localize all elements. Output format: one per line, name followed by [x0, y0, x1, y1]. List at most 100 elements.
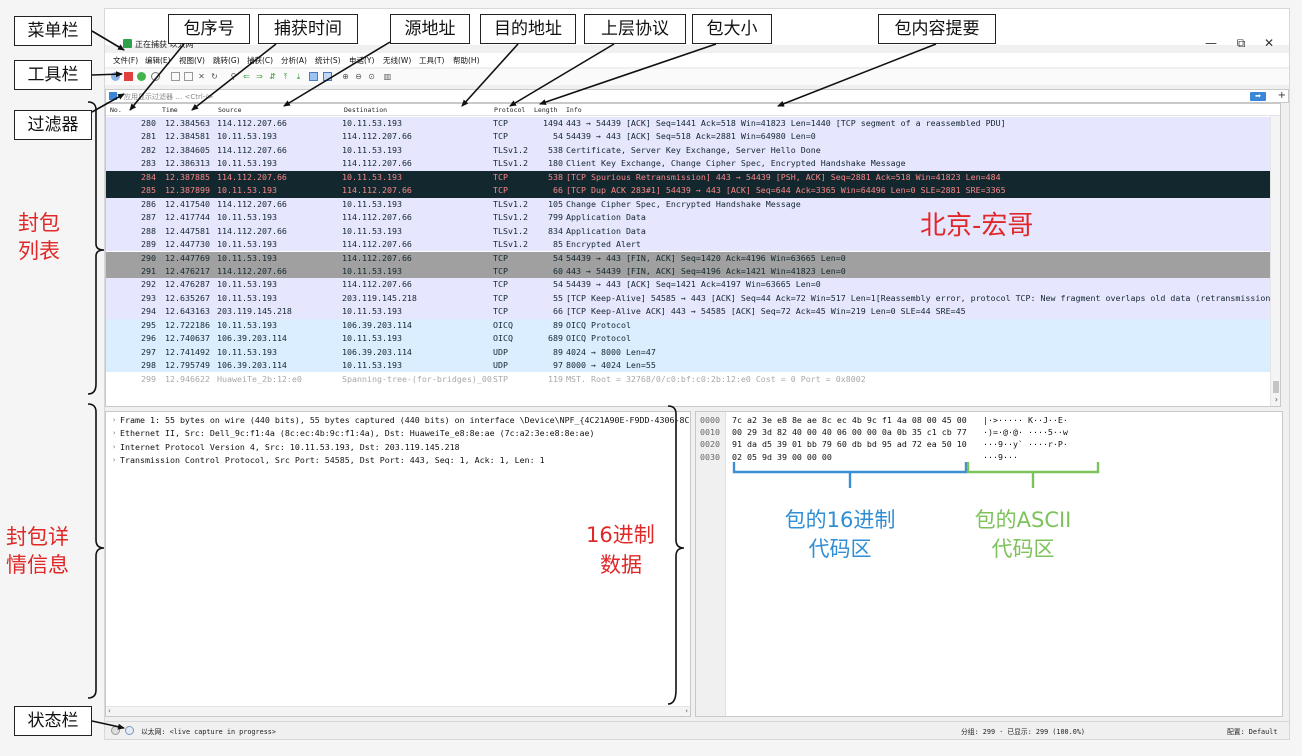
packet-protocol: TCP — [493, 306, 508, 317]
normal-size-icon[interactable]: ⊙ — [367, 72, 376, 81]
menu-tools[interactable]: 工具(T) — [419, 55, 444, 66]
go-back-icon[interactable]: ⇐ — [242, 72, 251, 81]
packet-time: 12.741492 — [165, 346, 210, 357]
detail-tree-row[interactable]: › Frame 1: 55 bytes on wire (440 bits), 5… — [106, 414, 690, 427]
detail-tree-row[interactable]: › Transmission Control Protocol, Src Port… — [106, 454, 690, 467]
column-info[interactable]: Info — [566, 106, 582, 114]
packet-row[interactable]: 286 12.417540 114.112.207.66 10.11.53.193 TL… — [106, 197, 1280, 212]
minimize-button[interactable]: — — [1201, 35, 1221, 51]
packet-list-scrollbar[interactable] — [1270, 116, 1280, 406]
menu-edit[interactable]: 编辑(E) — [145, 55, 171, 66]
zoom-in-icon[interactable]: ⊕ — [341, 72, 350, 81]
capture-options-icon[interactable] — [151, 72, 160, 81]
packet-row[interactable]: 299 12.946622 HuaweiTe_2b:12:e0 Spanning-tr… — [106, 372, 1280, 386]
bytes-row[interactable]: 0030 02 05 9d 39 00 00 00 ···9··· — [696, 451, 1282, 463]
status-profile[interactable]: 配置: Default — [1227, 726, 1277, 736]
close-button[interactable]: ✕ — [1259, 35, 1279, 51]
apply-filter-button[interactable]: ➡ — [1250, 92, 1266, 101]
packet-row[interactable]: 287 12.417744 10.11.53.193 114.112.207.66 TL… — [106, 211, 1280, 225]
scroll-left-icon[interactable]: ‹ — [108, 707, 111, 716]
expert-info-icon[interactable] — [111, 726, 120, 735]
packet-row[interactable]: 293 12.635267 10.11.53.193 203.119.145.218 T… — [106, 291, 1280, 306]
packet-row[interactable]: 297 12.741492 10.11.53.193 106.39.203.114 UD… — [106, 345, 1280, 360]
packet-row[interactable]: 289 12.447730 10.11.53.193 114.112.207.66 TL… — [106, 238, 1280, 252]
packet-length: 119 — [548, 373, 563, 384]
packet-row[interactable]: 298 12.795749 106.39.203.114 10.11.53.193 UD… — [106, 359, 1280, 373]
menu-statistics[interactable]: 统计(S) — [315, 55, 341, 66]
column-destination[interactable]: Destination — [344, 106, 387, 114]
scrollbar-thumb[interactable] — [1273, 381, 1279, 393]
details-scrollbar[interactable]: ‹ › — [106, 706, 690, 716]
packet-row[interactable]: 284 12.387885 114.112.207.66 10.11.53.193 TC… — [106, 170, 1280, 185]
packet-row[interactable]: 296 12.740637 106.39.203.114 10.11.53.193 OI… — [106, 332, 1280, 346]
menu-telephony[interactable]: 电话(Y) — [349, 55, 374, 66]
scroll-right-icon[interactable]: › — [1275, 395, 1278, 404]
label-ascii-area-line1: 包的ASCII — [974, 508, 1072, 532]
packet-row[interactable]: 292 12.476287 10.11.53.193 114.112.207.66 TC… — [106, 278, 1280, 292]
capture-comment-icon[interactable] — [125, 726, 134, 735]
packet-destination: 10.11.53.193 — [342, 306, 402, 317]
packet-destination: 114.112.207.66 — [342, 279, 412, 290]
start-capture-icon[interactable] — [111, 72, 120, 81]
open-file-icon[interactable] — [171, 72, 180, 81]
colorize-icon[interactable] — [323, 72, 332, 81]
packet-source: 10.11.53.193 — [217, 131, 277, 142]
packet-row[interactable]: 283 12.386313 10.11.53.193 114.112.207.66 TL… — [106, 157, 1280, 171]
bytes-row[interactable]: 0010 00 29 3d 82 40 00 40 06 00 00 0a 0b … — [696, 426, 1282, 438]
expand-chevron-icon[interactable]: › — [112, 454, 116, 467]
column-protocol[interactable]: Protocol — [494, 106, 525, 114]
last-packet-icon[interactable]: ⤓ — [294, 72, 303, 81]
packet-row[interactable]: 295 12.722186 10.11.53.193 106.39.203.114 OI… — [106, 318, 1280, 333]
packet-row[interactable]: 281 12.384581 10.11.53.193 114.112.207.66 TC… — [106, 130, 1280, 144]
packet-destination: 10.11.53.193 — [342, 198, 402, 209]
menu-go[interactable]: 跳转(G) — [213, 55, 240, 66]
detail-tree-row[interactable]: › Ethernet II, Src: Dell_9c:f1:4a (8c:ec:… — [106, 427, 690, 440]
restart-capture-icon[interactable] — [137, 72, 146, 81]
menu-wireless[interactable]: 无线(W) — [383, 55, 411, 66]
expand-chevron-icon[interactable]: › — [112, 414, 116, 427]
close-file-icon[interactable]: ✕ — [197, 72, 206, 81]
column-source[interactable]: Source — [218, 106, 241, 114]
resize-columns-icon[interactable]: ▥ — [383, 72, 392, 81]
packet-row[interactable]: 294 12.643163 203.119.145.218 10.11.53.193 T… — [106, 305, 1280, 319]
packet-row[interactable]: 290 12.447769 10.11.53.193 114.112.207.66 TC… — [106, 251, 1280, 265]
packet-row[interactable]: 291 12.476217 114.112.207.66 10.11.53.193 TC… — [106, 264, 1280, 279]
autoscroll-icon[interactable] — [309, 72, 318, 81]
expand-chevron-icon[interactable]: › — [112, 441, 116, 454]
packet-length: 97 — [553, 360, 563, 371]
find-packet-icon[interactable]: ⚲ — [229, 72, 238, 81]
menu-view[interactable]: 视图(V) — [179, 55, 205, 66]
packet-row[interactable]: 288 12.447581 114.112.207.66 10.11.53.193 TL… — [106, 224, 1280, 238]
restore-button[interactable]: ⧉ — [1231, 35, 1251, 51]
menu-capture[interactable]: 捕获(C) — [247, 55, 273, 66]
packet-row[interactable]: 280 12.384563 114.112.207.66 10.11.53.193 TC… — [106, 117, 1280, 131]
expand-chevron-icon[interactable]: › — [112, 427, 116, 440]
filter-placeholder[interactable]: 应用显示过滤器 … <Ctrl-/> — [124, 92, 214, 102]
zoom-out-icon[interactable]: ⊖ — [354, 72, 363, 81]
detail-tree-row[interactable]: › Internet Protocol Version 4, Src: 10.11… — [106, 441, 690, 454]
add-filter-button[interactable]: + — [1278, 90, 1286, 101]
bookmark-icon[interactable] — [109, 92, 117, 100]
byte-ascii: ·)=·@·@· ····5··w — [983, 427, 1068, 438]
scroll-right-icon[interactable]: › — [685, 707, 688, 716]
column-no[interactable]: No. — [110, 106, 122, 114]
reload-icon[interactable]: ↻ — [210, 72, 219, 81]
save-file-icon[interactable] — [184, 72, 193, 81]
packet-row[interactable]: 282 12.384605 114.112.207.66 10.11.53.193 TL… — [106, 143, 1280, 158]
column-length[interactable]: Length — [534, 106, 557, 114]
packet-length: 54 — [553, 252, 563, 263]
go-forward-icon[interactable]: ⇒ — [255, 72, 264, 81]
packet-source: 10.11.53.193 — [217, 252, 277, 263]
display-filter-bar[interactable]: 应用显示过滤器 … <Ctrl-/> ➡ + — [105, 89, 1289, 103]
menu-file[interactable]: 文件(F) — [113, 55, 138, 66]
menu-help[interactable]: 帮助(H) — [453, 55, 480, 66]
go-to-packet-icon[interactable]: ⇵ — [268, 72, 277, 81]
packet-list: No. Time Source Destination Protocol Len… — [105, 103, 1281, 407]
first-packet-icon[interactable]: ⤒ — [281, 72, 290, 81]
menu-analyze[interactable]: 分析(A) — [281, 55, 307, 66]
stop-capture-icon[interactable] — [124, 72, 133, 81]
column-time[interactable]: Time — [162, 106, 178, 114]
bytes-row[interactable]: 0000 7c a2 3e e8 8e ae 8c ec 4b 9c f1 4a … — [696, 414, 1282, 426]
packet-row[interactable]: 285 12.387899 10.11.53.193 114.112.207.66 TC… — [106, 184, 1280, 198]
bytes-row[interactable]: 0020 91 da d5 39 01 bb 79 60 db bd 95 ad … — [696, 438, 1282, 450]
